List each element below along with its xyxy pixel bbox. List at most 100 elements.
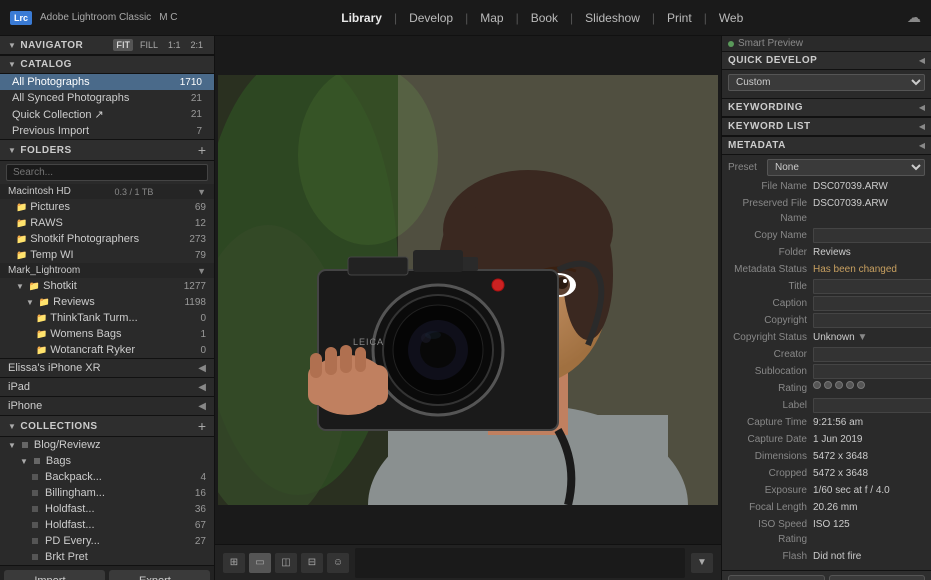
folder-reviews[interactable]: ▼ 📁 Reviews 1198 xyxy=(0,294,214,310)
nav-web[interactable]: Web xyxy=(709,7,753,29)
catalog-quick-collection[interactable]: Quick Collection ↗ 21 xyxy=(0,106,214,123)
view-loupe-button[interactable]: ▭ xyxy=(249,553,271,573)
folder-shotkit[interactable]: ▼ 📁 Shotkit 1277 xyxy=(0,278,214,294)
rating-dot-3[interactable] xyxy=(835,381,843,389)
rating-dot-4[interactable] xyxy=(846,381,854,389)
folder-womens-icon: 📁 xyxy=(36,329,47,340)
filmstrip-arrow-button[interactable]: ▼ xyxy=(691,553,713,573)
folder-wotancraft[interactable]: 📁 Wotancraft Ryker 0 xyxy=(0,342,214,358)
meta-flash-label: Flash xyxy=(728,549,813,564)
meta-preset-select[interactable]: None xyxy=(767,159,925,176)
meta-folder-row: Folder Reviews xyxy=(728,245,925,260)
folder-raws[interactable]: 📁 RAWS 12 xyxy=(0,215,214,231)
meta-copyname-input[interactable] xyxy=(813,228,931,243)
meta-label-input[interactable] xyxy=(813,398,931,413)
meta-exp-value: 1/60 sec at f / 4.0 xyxy=(813,483,925,498)
folder-shotkit-label: Shotkit xyxy=(43,280,181,292)
meta-copyright-row: Copyright xyxy=(728,313,925,328)
meta-filename-value: DSC07039.ARW xyxy=(813,179,925,194)
meta-copyright-input[interactable] xyxy=(813,313,931,328)
nav-fill[interactable]: FILL xyxy=(137,39,161,51)
smart-preview-dot xyxy=(728,41,734,47)
nav-map[interactable]: Map xyxy=(470,7,513,29)
svg-text:LEICA: LEICA xyxy=(353,337,384,347)
drive-mark[interactable]: Mark_Lightroom ▼ xyxy=(0,263,214,278)
metadata-header[interactable]: Metadata ◀ xyxy=(722,136,931,155)
coll-brkt[interactable]: Brkt Pret xyxy=(0,549,214,565)
folder-raws-label: RAWS xyxy=(30,217,192,229)
meta-creator-input[interactable] xyxy=(813,347,931,362)
view-survey-button[interactable]: ⊟ xyxy=(301,553,323,573)
keyword-list-arrow: ◀ xyxy=(919,122,925,131)
coll-holdfast1[interactable]: Holdfast... 36 xyxy=(0,501,214,517)
device-ipad[interactable]: iPad ◀ xyxy=(0,377,214,396)
collections-add[interactable]: + xyxy=(198,419,206,433)
qd-preset-select[interactable]: Custom xyxy=(728,74,925,91)
folder-shotkit-photog[interactable]: 📁 Shotkif Photographers 273 xyxy=(0,231,214,247)
meta-dim-value: 5472 x 3648 xyxy=(813,449,925,464)
coll-bags[interactable]: ▼ Bags xyxy=(0,453,214,469)
app-branding: Lrc Adobe Lightroom Classic M C xyxy=(10,11,178,25)
sync-button[interactable]: Sync xyxy=(728,575,825,580)
user-name: M C xyxy=(159,12,177,23)
export-button[interactable]: Export... xyxy=(109,570,210,580)
import-button[interactable]: Import... xyxy=(4,570,105,580)
meta-dim-label: Dimensions xyxy=(728,449,813,464)
collections-header[interactable]: ▼ Collections + xyxy=(0,415,214,437)
device-iphone-xr[interactable]: Elissa's iPhone XR ◀ xyxy=(0,358,214,377)
keyword-list-title: Keyword List xyxy=(728,121,811,132)
catalog-previous-import[interactable]: Previous Import 7 xyxy=(0,123,214,139)
sync-settings-button[interactable]: Sync Settings xyxy=(829,575,926,580)
navigator-controls: FIT FILL 1:1 2:1 xyxy=(113,39,206,51)
meta-caption-input[interactable] xyxy=(813,296,931,311)
folder-thinktank[interactable]: 📁 ThinkTank Turm... 0 xyxy=(0,310,214,326)
meta-title-input[interactable] xyxy=(813,279,931,294)
rating-dot-2[interactable] xyxy=(824,381,832,389)
nav-fit[interactable]: FIT xyxy=(113,39,133,51)
folder-womens-bags[interactable]: 📁 Womens Bags 1 xyxy=(0,326,214,342)
meta-creator-row: Creator xyxy=(728,347,925,362)
coll-holdfast1-count: 36 xyxy=(195,504,206,515)
view-people-button[interactable]: ☺ xyxy=(327,553,349,573)
catalog-synced[interactable]: All Synced Photographs 21 xyxy=(0,90,214,106)
meta-caption-row: Caption xyxy=(728,296,925,311)
meta-capture-date-row: Capture Date 1 Jun 2019 xyxy=(728,432,925,447)
view-grid-button[interactable]: ⊞ xyxy=(223,553,245,573)
nav-book[interactable]: Book xyxy=(521,7,568,29)
meta-sublocation-label: Sublocation xyxy=(728,364,813,379)
nav-library[interactable]: Library xyxy=(331,7,392,29)
keywording-header[interactable]: Keywording ◀ xyxy=(722,98,931,117)
meta-status-row: Metadata Status Has been changed xyxy=(728,262,925,277)
nav-print[interactable]: Print xyxy=(657,7,702,29)
coll-backpack[interactable]: Backpack... 4 xyxy=(0,469,214,485)
navigator-header[interactable]: ▼ Navigator FIT FILL 1:1 2:1 xyxy=(0,36,214,55)
nav-2to1[interactable]: 2:1 xyxy=(187,39,206,51)
meta-rating-row: Rating xyxy=(728,381,925,396)
view-compare-button[interactable]: ◫ xyxy=(275,553,297,573)
folder-wotancraft-icon: 📁 xyxy=(36,345,47,356)
catalog-all-photos[interactable]: All Photographs 1710 xyxy=(0,74,214,90)
coll-billingham[interactable]: Billingham... 16 xyxy=(0,485,214,501)
meta-sublocation-input[interactable] xyxy=(813,364,931,379)
nav-1to1[interactable]: 1:1 xyxy=(165,39,184,51)
nav-slideshow[interactable]: Slideshow xyxy=(575,7,650,29)
folder-temp-wi[interactable]: 📁 Temp WI 79 xyxy=(0,247,214,263)
folder-search-input[interactable] xyxy=(6,164,208,181)
folders-header[interactable]: ▼ Folders + xyxy=(0,139,214,161)
drive-macintosh[interactable]: Macintosh HD 0.3 / 1 TB ▼ xyxy=(0,184,214,199)
rating-dot-5[interactable] xyxy=(857,381,865,389)
folder-pictures[interactable]: 📁 Pictures 69 xyxy=(0,199,214,215)
nav-develop[interactable]: Develop xyxy=(399,7,463,29)
catalog-synced-label: All Synced Photographs xyxy=(12,92,129,104)
rating-dot-1[interactable] xyxy=(813,381,821,389)
sync-bar: Sync Sync Settings xyxy=(722,570,931,580)
coll-pd-every[interactable]: PD Every... 27 xyxy=(0,533,214,549)
quick-develop-header[interactable]: Quick Develop ◀ xyxy=(722,51,931,70)
coll-holdfast2[interactable]: Holdfast... 67 xyxy=(0,517,214,533)
folders-add[interactable]: + xyxy=(198,143,206,157)
keyword-list-header[interactable]: Keyword List ◀ xyxy=(722,117,931,136)
coll-blog-reviewz[interactable]: ▼ Blog/Reviewz xyxy=(0,437,214,453)
folders-triangle: ▼ xyxy=(8,146,16,155)
device-iphone[interactable]: iPhone ◀ xyxy=(0,396,214,415)
catalog-header[interactable]: ▼ Catalog xyxy=(0,55,214,74)
